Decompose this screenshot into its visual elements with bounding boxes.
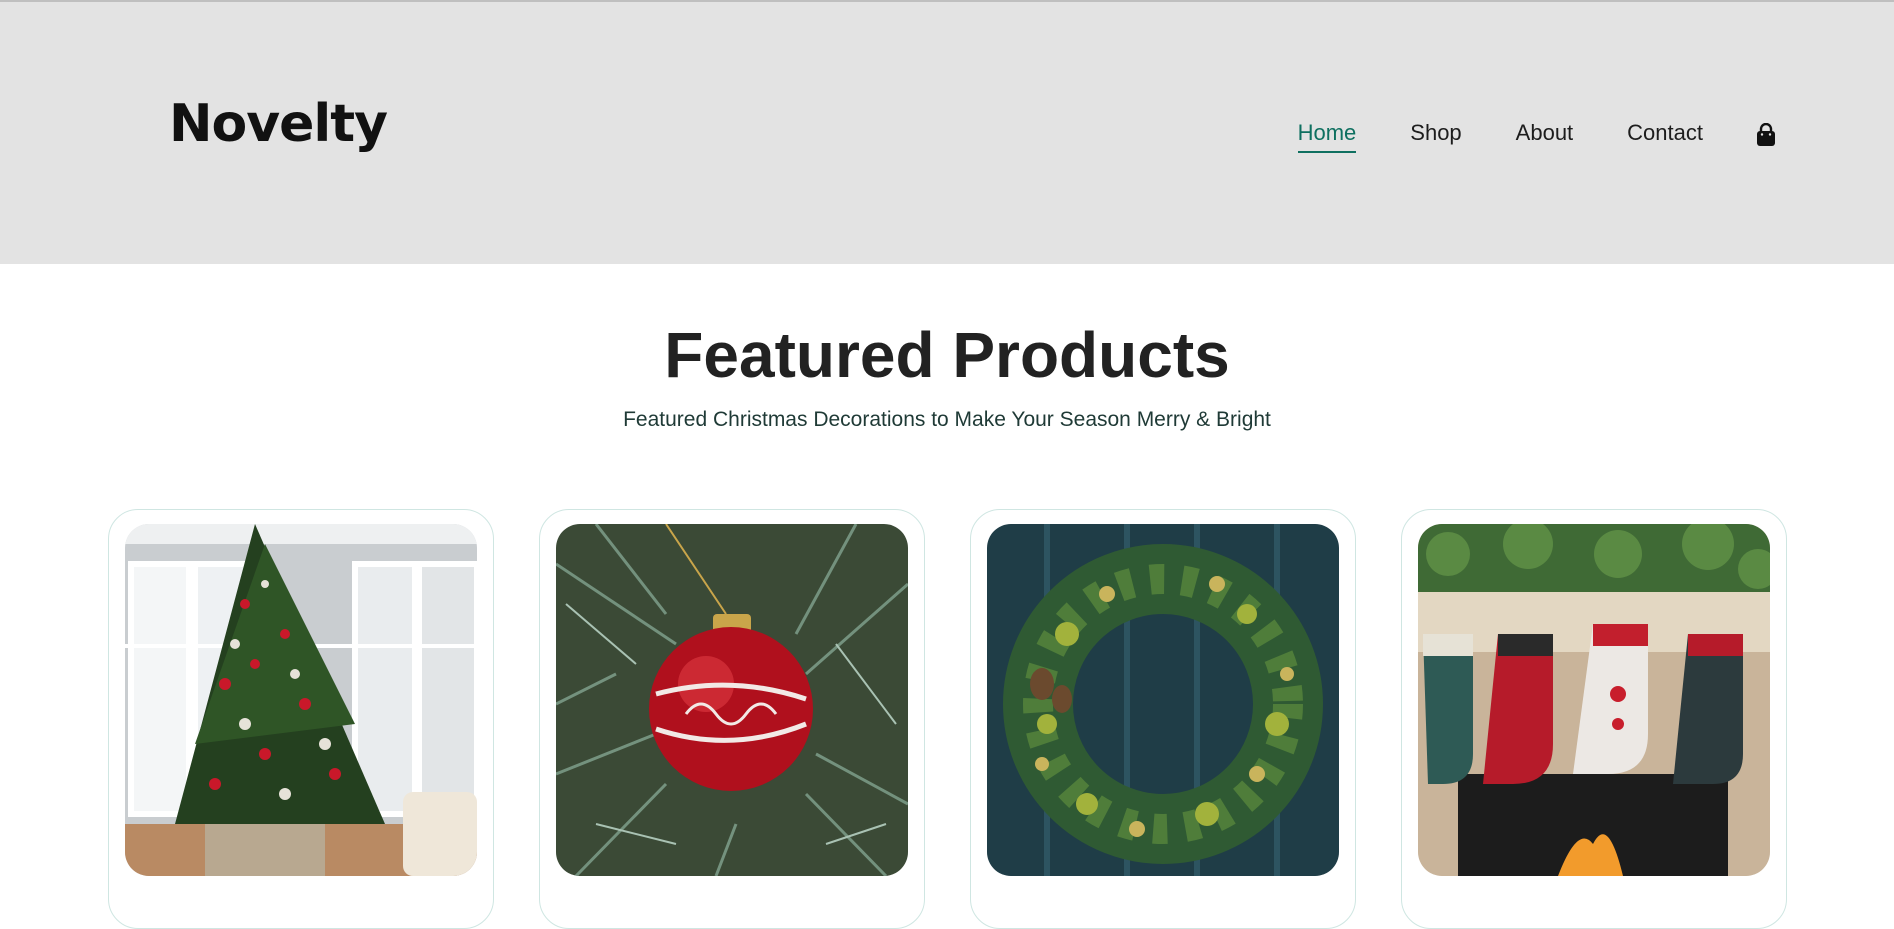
product-card[interactable]	[1401, 509, 1787, 929]
product-card[interactable]	[539, 509, 925, 929]
product-image-wreath[interactable]	[987, 524, 1339, 876]
section-subtitle: Featured Christmas Decorations to Make Y…	[623, 408, 1271, 431]
section-title: Featured Products	[664, 319, 1230, 391]
nav-about-link[interactable]: About	[1516, 120, 1574, 150]
site-header: Novelty Home Shop About Contact	[0, 2, 1894, 264]
site-logo[interactable]: Novelty	[169, 94, 388, 154]
nav-shop-link[interactable]: Shop	[1410, 120, 1461, 150]
product-image-stockings[interactable]	[1418, 524, 1770, 876]
product-card[interactable]	[970, 509, 1356, 929]
main-nav: Home Shop About Contact	[1297, 120, 1777, 153]
shopping-bag-icon[interactable]	[1755, 122, 1777, 147]
product-image-red-ornament[interactable]	[556, 524, 908, 876]
nav-home-link[interactable]: Home	[1297, 120, 1356, 153]
product-card[interactable]	[108, 509, 494, 929]
nav-contact-link[interactable]: Contact	[1627, 120, 1703, 150]
product-image-christmas-tree[interactable]	[125, 524, 477, 876]
